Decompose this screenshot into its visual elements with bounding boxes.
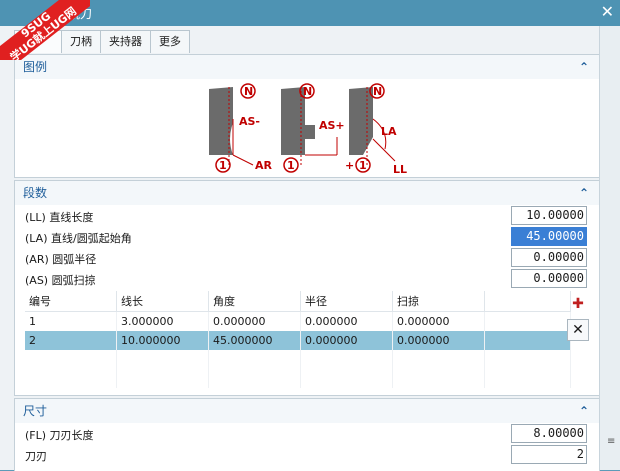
collapse-chevron-icon[interactable]: ⌃	[579, 399, 589, 423]
la-input[interactable]: 45.00000	[511, 227, 587, 246]
title-bar: 的铣刀 ✕	[0, 0, 620, 26]
table-cell: 0.000000	[208, 311, 301, 331]
table-cell: 3.000000	[116, 311, 209, 331]
table-cell: 45.000000	[208, 331, 301, 350]
column-header[interactable]: 扫掠	[392, 291, 485, 312]
segments-header[interactable]: 段数 ⌃	[15, 181, 599, 205]
table-cell: 10.000000	[116, 331, 209, 350]
table-cell	[484, 311, 571, 331]
close-icon[interactable]: ✕	[601, 2, 614, 21]
segment-table: 编号 线长 角度 半径 扫掠 1 3.000000 0.000000 0.000…	[25, 291, 571, 388]
tab-more[interactable]: 更多	[150, 30, 190, 53]
segments-panel: 段数 ⌃ (LL) 直线长度 10.00000 (LA) 直线/圆弧起始角 45…	[14, 180, 600, 396]
segments-title: 段数	[23, 186, 48, 200]
label-one-2: 1	[287, 159, 295, 172]
watermark-logo: 9SUG 学UG就上UG网	[0, 0, 90, 60]
table-row[interactable]: 1 3.000000 0.000000 0.000000 0.000000	[25, 311, 571, 331]
vertical-scrollbar[interactable]: ≡	[599, 26, 620, 470]
dimensions-title: 尺寸	[23, 404, 48, 418]
as-label: (AS) 圆弧扫掠	[25, 274, 96, 287]
fl-input[interactable]: 8.00000	[511, 424, 587, 443]
flutes-field-row: 刀刃 2	[15, 444, 599, 465]
collapse-chevron-icon[interactable]: ⌃	[579, 181, 589, 205]
table-row[interactable]: 2 10.000000 45.000000 0.000000 0.000000	[25, 331, 571, 350]
label-ar: AR	[255, 159, 273, 172]
segment-table-area: 编号 线长 角度 半径 扫掠 1 3.000000 0.000000 0.000…	[15, 291, 599, 388]
ar-field-row: (AR) 圆弧半径 0.00000	[15, 247, 599, 268]
column-header[interactable]: 线长	[116, 291, 209, 312]
legend-title: 图例	[23, 60, 48, 74]
table-cell	[484, 331, 571, 350]
label-n-2: N	[303, 85, 312, 98]
delete-segment-icon[interactable]: ✕	[567, 319, 589, 341]
table-row	[25, 369, 571, 388]
label-n-1: N	[244, 85, 253, 98]
la-label: (LA) 直线/圆弧起始角	[25, 232, 132, 245]
la-field-row: (LA) 直线/圆弧起始角 45.00000	[15, 226, 599, 247]
flutes-label: 刀刃	[25, 450, 47, 463]
legend-panel: 图例 ⌃ N AS- AR 1 N AS+ 1 N LA LL + 1	[14, 54, 600, 178]
table-row	[25, 350, 571, 369]
dimensions-panel: 尺寸 ⌃ (FL) 刀刃长度 8.00000 刀刃 2	[14, 398, 600, 471]
ar-label: (AR) 圆弧半径	[25, 253, 97, 266]
segment-legend-diagram: N AS- AR 1 N AS+ 1 N LA LL + 1	[209, 83, 407, 175]
table-cell: 0.000000	[392, 331, 485, 350]
label-as-minus: AS-	[239, 115, 260, 128]
ll-field-row: (LL) 直线长度 10.00000	[15, 205, 599, 226]
fl-field-row: (FL) 刀刃长度 8.00000	[15, 423, 599, 444]
label-one-3: 1	[359, 159, 367, 172]
scroll-grip-icon[interactable]: ≡	[607, 436, 615, 447]
table-cell: 0.000000	[300, 311, 393, 331]
as-input[interactable]: 0.00000	[511, 269, 587, 288]
collapse-chevron-icon[interactable]: ⌃	[579, 55, 589, 79]
legend-header[interactable]: 图例 ⌃	[15, 55, 599, 79]
as-field-row: (AS) 圆弧扫掠 0.00000	[15, 268, 599, 289]
table-cell: 1	[25, 311, 117, 331]
ll-label: (LL) 直线长度	[25, 211, 94, 224]
flutes-input[interactable]: 2	[511, 445, 587, 464]
column-header[interactable]: 编号	[25, 291, 117, 312]
label-as-plus: AS+	[319, 119, 345, 132]
dimensions-header[interactable]: 尺寸 ⌃	[15, 399, 599, 423]
label-plus: +	[345, 159, 354, 172]
tool-shape-3	[349, 87, 373, 155]
label-ll: LL	[393, 163, 407, 175]
dialog-body: 刀柄 夹持器 更多 图例 ⌃ N AS- AR 1 N AS+ 1 N LA L…	[0, 26, 600, 471]
column-header[interactable]: 角度	[208, 291, 301, 312]
table-cell: 0.000000	[392, 311, 485, 331]
label-n-3: N	[373, 85, 382, 98]
label-one-1: 1	[219, 159, 227, 172]
watermark-band: 9SUG 学UG就上UG网	[0, 0, 90, 60]
column-header[interactable]: 半径	[300, 291, 393, 312]
ll-input[interactable]: 10.00000	[511, 206, 587, 225]
table-cell: 2	[25, 331, 117, 350]
tab-holder[interactable]: 夹持器	[100, 30, 151, 53]
ar-input[interactable]: 0.00000	[511, 248, 587, 267]
add-segment-icon[interactable]: ✚	[567, 293, 589, 315]
table-cell: 0.000000	[300, 331, 393, 350]
fl-label: (FL) 刀刃长度	[25, 429, 94, 442]
